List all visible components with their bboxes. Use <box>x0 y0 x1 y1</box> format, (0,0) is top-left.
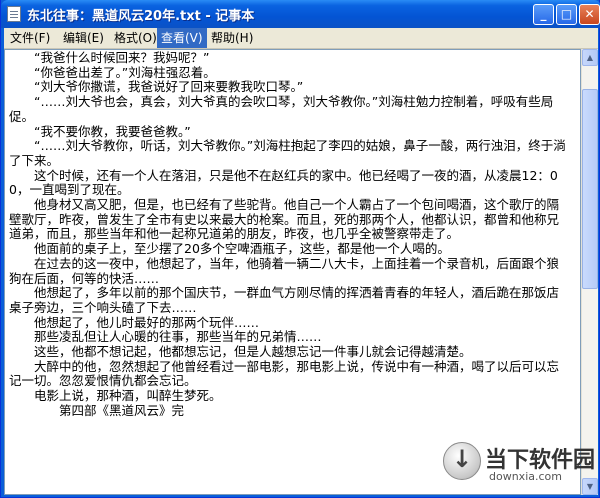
text-line: 在过去的这一夜中，他想起了，当年，他骑着一辆二八大卡，上面挂着一个录音机，后面跟… <box>9 255 560 286</box>
menu-file[interactable]: 文件(F) <box>6 28 54 48</box>
minimize-button[interactable]: _ <box>533 4 554 25</box>
text-line: 这个时候，还有一个人在落泪，只是他不在赵红兵的家中。他已经喝了一夜的酒，从凌晨1… <box>9 167 558 198</box>
text-editor[interactable]: “我爸什么时候回来？我妈呢？” “你爸爸出差了。”刘海柱强忍着。 “刘大爷你撒谎… <box>4 49 581 495</box>
text-line: 他想起了，他儿时最好的那两个玩伴…… <box>9 314 260 330</box>
menu-bar: 文件(F) 编辑(E) 格式(O) 查看(V) 帮助(H) <box>4 28 598 49</box>
text-line: 他身材又高又肥，但是，也已经有了些驼背。他自己一个人霸占了一个包间喝酒，这个歌厅… <box>9 197 560 242</box>
text-line: 电影上说，那种酒，叫醉生梦死。 <box>9 388 222 404</box>
text-line: 这些，他都不想记起，他都想忘记，但是人越想忘记一件事儿就会记得越清楚。 <box>9 344 472 360</box>
text-line: “我爸什么时候回来？我妈呢？” <box>9 50 210 65</box>
maximize-button[interactable]: □ <box>556 4 577 25</box>
watermark-url: downxia.com <box>489 470 562 483</box>
text-line: “你爸爸出差了。”刘海柱强忍着。 <box>9 64 216 80</box>
text-line: 大醉中的他，忽然想起了他曾经看过一部电影，那电影上说，传说中有一种酒，喝了以后可… <box>9 358 560 389</box>
scroll-up-button[interactable]: ▲ <box>582 49 598 66</box>
close-button[interactable]: ✕ <box>579 4 600 25</box>
text-line: “刘大爷你撒谎，我爸说好了回来要教我吹口琴。” <box>9 79 304 95</box>
document-text[interactable]: “我爸什么时候回来？我妈呢？” “你爸爸出差了。”刘海柱强忍着。 “刘大爷你撒谎… <box>9 50 569 419</box>
text-line: 他面前的桌子上，至少摆了20多个空啤酒瓶子，这些，都是他一个人喝的。 <box>9 241 450 257</box>
menu-format[interactable]: 格式(O) <box>110 28 161 48</box>
text-line: “……刘大爷教你，听话，刘大爷教你。”刘海柱抱起了李四的姑娘，鼻子一酸，两行浊泪… <box>9 138 566 168</box>
scroll-thumb[interactable] <box>582 89 598 289</box>
menu-edit[interactable]: 编辑(E) <box>59 28 108 48</box>
menu-view[interactable]: 查看(V) <box>157 28 207 48</box>
notepad-icon[interactable] <box>7 6 21 22</box>
text-line: 他想起了，多年以前的那个国庆节，一群血气方刚尽情的挥洒着青春的年轻人，酒后跪在那… <box>9 285 560 315</box>
text-line: 那些凌乱但让人心暖的往事，那些当年的兄弟情…… <box>9 329 322 345</box>
text-line: “……刘大爷也会，真会，刘大爷真的会吹口琴，刘大爷教你。”刘海柱勉力控制着，呼吸… <box>9 94 554 124</box>
text-line: 第四部《黑道风云》完 <box>9 402 185 418</box>
notepad-window: 东北往事：黑道风云20年.txt - 记事本 _ □ ✕ 文件(F) 编辑(E)… <box>0 0 600 498</box>
download-icon <box>443 442 481 480</box>
menu-help[interactable]: 帮助(H) <box>207 28 257 48</box>
site-watermark: 当下软件园 downxia.com <box>441 440 595 490</box>
text-line: “我不要你教，我要爸爸教。” <box>9 123 191 139</box>
window-title: 东北往事：黑道风云20年.txt - 记事本 <box>27 9 255 24</box>
title-bar[interactable]: 东北往事：黑道风云20年.txt - 记事本 _ □ ✕ <box>1 0 600 28</box>
vertical-scrollbar[interactable]: ▲ ▼ <box>581 49 598 495</box>
